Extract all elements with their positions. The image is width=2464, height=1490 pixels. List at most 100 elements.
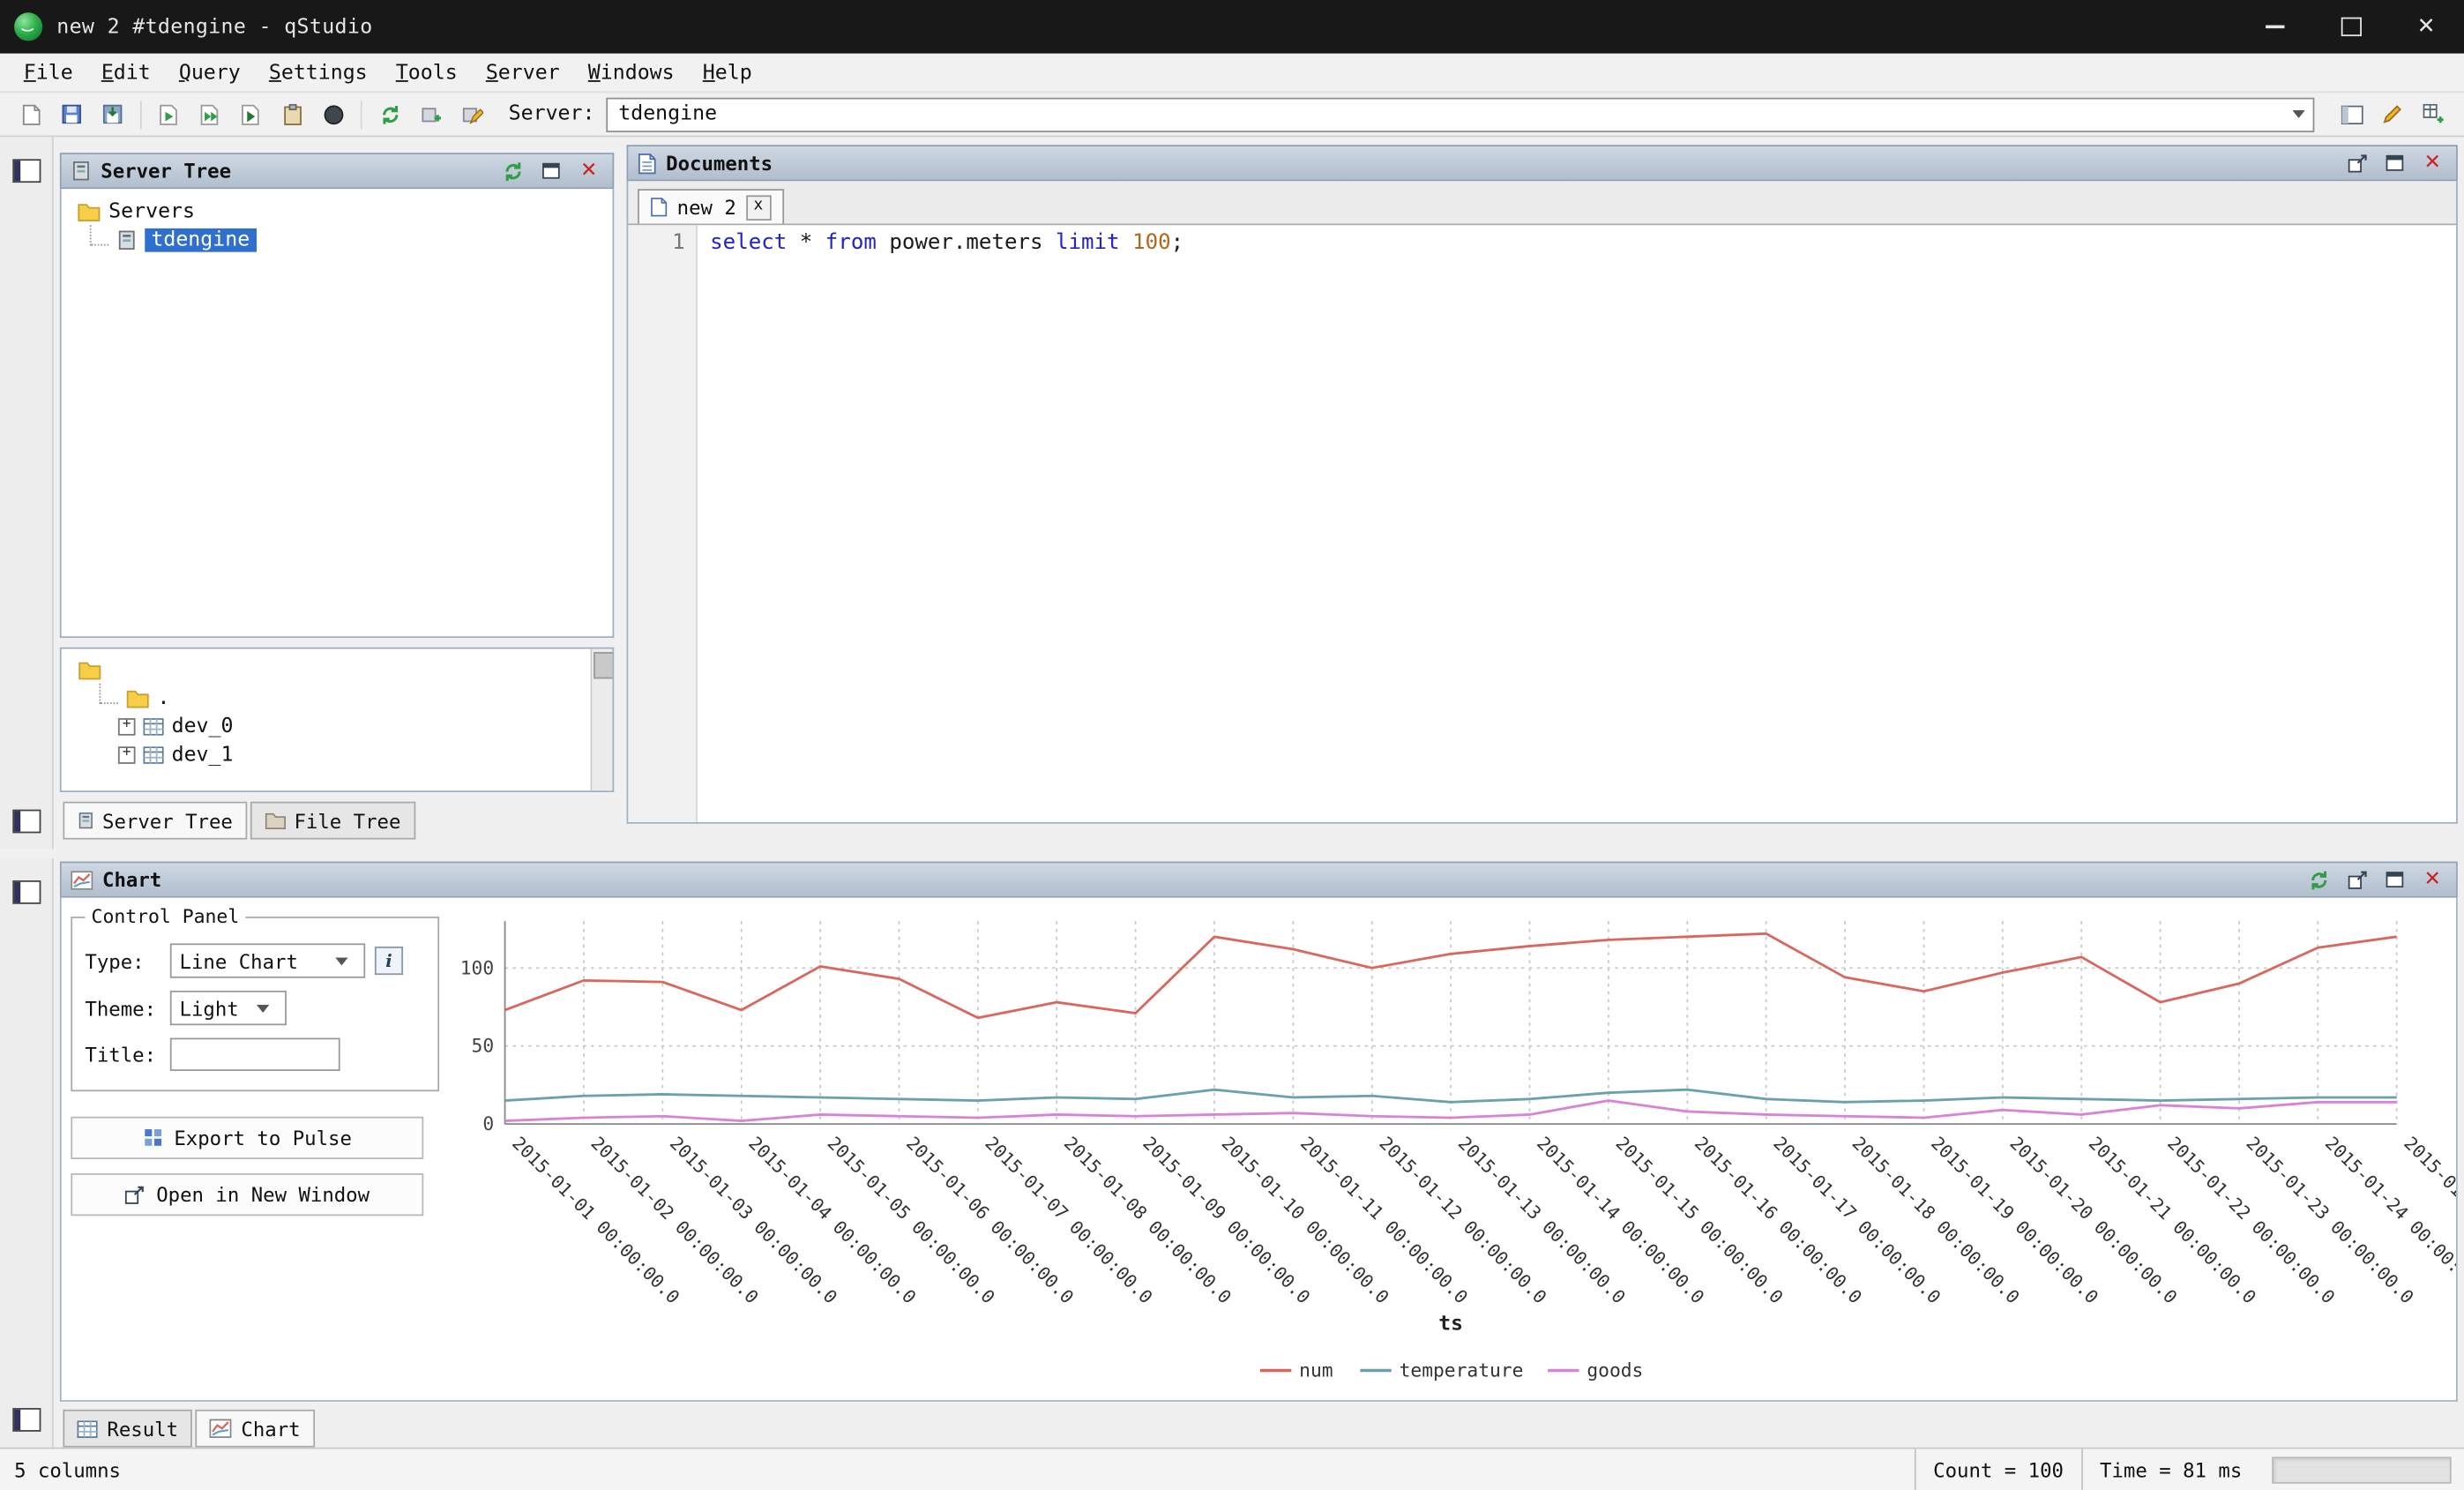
svg-text:2015-01-11 00:00:00.0: 2015-01-11 00:00:00.0	[1296, 1133, 1472, 1308]
tree-node-servers[interactable]: Servers	[62, 197, 613, 225]
execute-file-button[interactable]	[231, 97, 271, 131]
menu-tools[interactable]: Tools	[382, 57, 472, 87]
tree-node-tdengine[interactable]: tdengine	[62, 225, 613, 253]
svg-text:2015-01-14 00:00:00.0: 2015-01-14 00:00:00.0	[1533, 1133, 1708, 1308]
refresh-icon	[503, 160, 525, 182]
menu-file[interactable]: File	[10, 57, 87, 87]
server-label: Server:	[509, 102, 595, 126]
svg-text:2015-01-22 00:00:00.0: 2015-01-22 00:00:00.0	[2163, 1133, 2339, 1308]
chart-title-input[interactable]	[170, 1038, 340, 1071]
maximize-button[interactable]	[2313, 0, 2389, 54]
expand-icon[interactable]	[118, 717, 136, 735]
stop-query-button[interactable]	[313, 97, 353, 131]
info-icon[interactable]: i	[375, 947, 403, 975]
panel-layout-button[interactable]	[2332, 97, 2371, 131]
dock-window-icon[interactable]	[11, 810, 40, 834]
close-panel-button[interactable]: ✕	[2418, 149, 2446, 177]
server-icon	[77, 811, 94, 829]
svg-text:2015-01-02 00:00:00.0: 2015-01-02 00:00:00.0	[586, 1133, 762, 1308]
sql-text: *	[787, 230, 825, 256]
chart-theme-select[interactable]: Light	[170, 991, 287, 1025]
expand-icon[interactable]	[118, 745, 136, 763]
tab-file-tree[interactable]: File Tree	[250, 802, 415, 840]
tab-new-2[interactable]: new 2 x	[638, 189, 783, 223]
refresh-panel-button[interactable]	[2305, 865, 2333, 894]
dock-window-icon[interactable]	[11, 880, 40, 904]
bottom-area: Chart ✕ Control Panel Type:	[0, 858, 2464, 1448]
server-tree-title-bar: Server Tree ✕	[60, 153, 614, 189]
chart-control-panel: Control Panel Type: Line Chart i The	[62, 898, 439, 1401]
main-area: Server Tree ✕ Servers tdengine	[0, 137, 2464, 849]
export-file-button[interactable]	[93, 97, 132, 131]
menu-edit[interactable]: Edit	[87, 57, 165, 87]
popout-panel-button[interactable]	[2343, 865, 2371, 894]
tree-node-root-folder[interactable]	[62, 655, 613, 684]
scrollbar-thumb[interactable]	[594, 652, 614, 678]
result-chart-tab-bar: Result Chart	[60, 1402, 2458, 1448]
maximize-icon	[2341, 18, 2361, 36]
svg-text:2015-01-04 00:00:00.0: 2015-01-04 00:00:00.0	[744, 1133, 920, 1308]
add-grid-button[interactable]	[2414, 97, 2453, 131]
open-in-new-window-button[interactable]: Open in New Window	[71, 1173, 423, 1216]
tab-label: Result	[107, 1417, 178, 1441]
tab-result[interactable]: Result	[63, 1410, 192, 1448]
vertical-splitter[interactable]	[614, 137, 626, 849]
chart-panel-title: Chart	[102, 868, 161, 892]
edit-server-button[interactable]	[452, 97, 491, 131]
refresh-panel-button[interactable]	[499, 157, 527, 185]
server-combobox[interactable]: tdengine	[606, 97, 2314, 131]
tree-node-dev0[interactable]: dev_0	[62, 712, 613, 740]
dock-window-icon[interactable]	[11, 159, 40, 183]
tree-node-dot[interactable]: .	[62, 684, 613, 712]
maximize-panel-button[interactable]	[2380, 865, 2408, 894]
tree-node-label: Servers	[108, 199, 195, 223]
execute-query-button[interactable]	[190, 97, 230, 131]
popout-panel-button[interactable]	[2343, 149, 2371, 177]
title-bar: new 2 #tdengine - qStudio ✕	[0, 0, 2464, 54]
toolbar-separator	[361, 100, 362, 128]
export-to-pulse-button[interactable]: Export to Pulse	[71, 1117, 423, 1159]
menu-settings[interactable]: Settings	[255, 57, 382, 87]
horizontal-splitter[interactable]	[0, 849, 2464, 858]
status-count: Count = 100	[1915, 1449, 2081, 1489]
chevron-down-icon[interactable]	[2284, 110, 2312, 118]
maximize-panel-button[interactable]	[537, 157, 565, 185]
tab-server-tree[interactable]: Server Tree	[63, 802, 247, 840]
tree-node-label: dev_1	[172, 743, 234, 767]
svg-text:50: 50	[472, 1036, 495, 1058]
close-button[interactable]: ✕	[2388, 0, 2464, 54]
folder-icon	[126, 687, 150, 708]
copy-result-button[interactable]	[273, 97, 312, 131]
edit-settings-button[interactable]	[2372, 97, 2412, 131]
maximize-panel-button[interactable]	[2380, 149, 2408, 177]
close-panel-button[interactable]: ✕	[575, 157, 603, 185]
refresh-server-button[interactable]	[370, 97, 410, 131]
svg-text:2015-01-23 00:00:00.0: 2015-01-23 00:00:00.0	[2242, 1133, 2417, 1308]
save-button[interactable]	[52, 97, 92, 131]
folder-icon	[77, 659, 102, 679]
menu-server[interactable]: Server	[472, 57, 574, 87]
chart-panel: Chart ✕ Control Panel Type:	[60, 862, 2458, 1402]
dock-window-icon[interactable]	[11, 1408, 40, 1432]
sql-keyword: limit	[1056, 230, 1120, 256]
tab-chart[interactable]: Chart	[196, 1410, 315, 1448]
menu-query[interactable]: Query	[165, 57, 255, 87]
chart-type-value: Line Chart	[180, 949, 298, 973]
add-server-button[interactable]	[411, 97, 451, 131]
add-server-icon	[420, 103, 442, 125]
svg-text:0: 0	[482, 1113, 494, 1135]
status-columns: 5 columns	[0, 1457, 121, 1481]
sql-editor[interactable]: 1 select * from power.meters limit 100;	[627, 225, 2458, 823]
minimize-button[interactable]	[2237, 0, 2313, 54]
menu-windows[interactable]: Windows	[574, 57, 689, 87]
tree-node-dev1[interactable]: dev_1	[62, 740, 613, 768]
chart-type-select[interactable]: Line Chart	[170, 943, 365, 977]
new-document-button[interactable]	[11, 97, 50, 131]
maximize-panel-icon	[541, 162, 560, 180]
tree-scrollbar[interactable]	[590, 649, 612, 791]
close-tab-button[interactable]: x	[746, 194, 772, 220]
close-panel-button[interactable]: ✕	[2418, 865, 2446, 894]
code-line[interactable]: select * from power.meters limit 100;	[698, 225, 1183, 822]
execute-line-button[interactable]	[150, 97, 190, 131]
menu-help[interactable]: Help	[689, 57, 766, 87]
